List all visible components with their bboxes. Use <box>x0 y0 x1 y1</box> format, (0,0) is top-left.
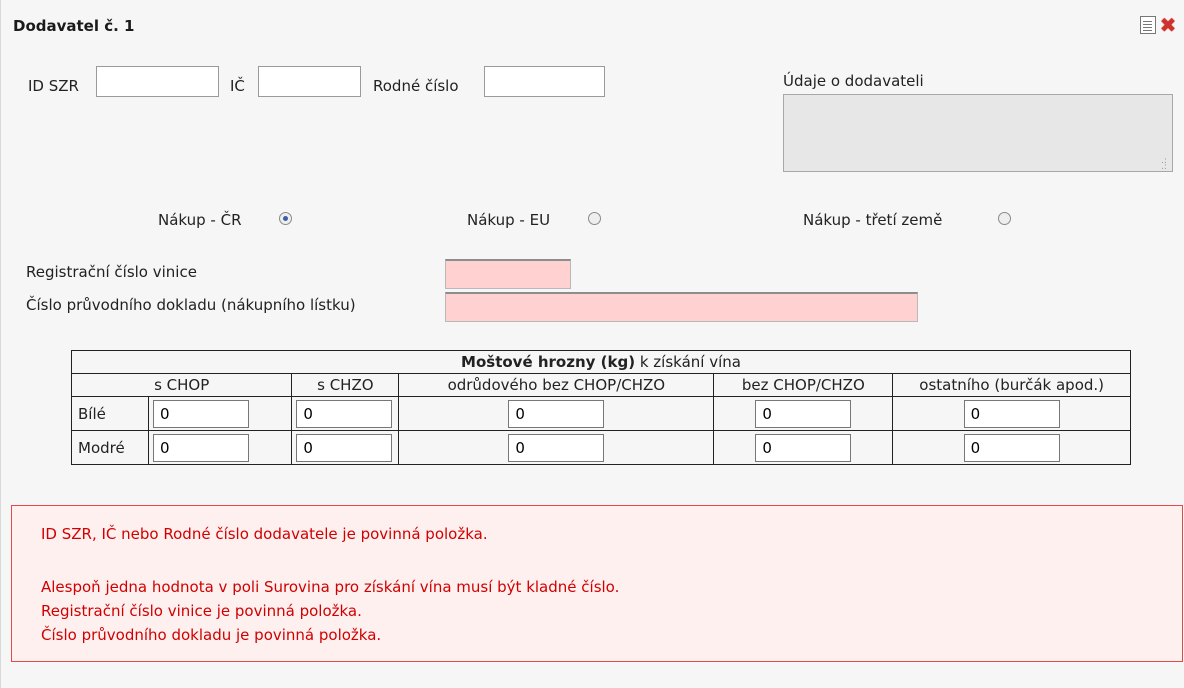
column-header: ostatního (burčák apod.) <box>892 373 1131 397</box>
rodne-cislo-label: Rodné číslo <box>373 77 459 95</box>
grapes-table-title: Moštové hrozny (kg) k získání vína <box>71 350 1131 374</box>
column-header: s CHOP <box>70 373 293 397</box>
delete-icon[interactable]: ✖ <box>1159 15 1177 35</box>
rodne-cislo-input[interactable] <box>484 66 605 97</box>
column-header: odrůdového bez CHOP/CHZO <box>398 373 715 397</box>
error-message: ID SZR, IČ nebo Rodné číslo dodavatele j… <box>41 525 488 543</box>
purchase-cr-label: Nákup - ČR <box>158 211 242 229</box>
purchase-cr-radio[interactable] <box>279 212 292 225</box>
white-chop-input[interactable] <box>153 399 249 428</box>
ic-input[interactable] <box>258 66 361 97</box>
id-szr-label: ID SZR <box>28 77 79 95</box>
document-number-label: Číslo průvodního dokladu (nákupního líst… <box>26 296 356 314</box>
purchase-eu-label: Nákup - EU <box>467 211 551 229</box>
supplier-info-label: Údaje o dodavateli <box>783 72 924 90</box>
panel-actions: ✖ <box>1140 15 1177 35</box>
white-varietal-input[interactable] <box>508 399 605 428</box>
row-label: Bílé <box>71 396 149 431</box>
red-varietal-input[interactable] <box>508 433 605 462</box>
document-number-input[interactable] <box>445 292 918 322</box>
grapes-table: Moštové hrozny (kg) k získání vína s CHO… <box>70 350 1131 465</box>
validation-errors: ID SZR, IČ nebo Rodné číslo dodavatele j… <box>11 505 1183 662</box>
white-other-input[interactable] <box>963 399 1060 428</box>
copy-document-icon[interactable] <box>1140 16 1156 34</box>
purchase-third-radio[interactable] <box>998 212 1011 225</box>
red-chop-input[interactable] <box>153 433 249 462</box>
error-message: Číslo průvodního dokladu je povinná polo… <box>41 626 382 644</box>
vineyard-number-label: Registrační číslo vinice <box>26 263 197 281</box>
error-message: Registrační číslo vinice je povinná polo… <box>41 602 362 620</box>
red-other-input[interactable] <box>963 433 1060 462</box>
panel-title: Dodavatel č. 1 <box>13 17 135 35</box>
column-header: s CHZO <box>291 373 400 397</box>
purchase-third-label: Nákup - třetí země <box>803 211 943 229</box>
white-no-chop-chzo-input[interactable] <box>755 399 852 428</box>
row-label: Modré <box>71 430 149 465</box>
error-message: Alespoň jedna hodnota v poli Surovina pr… <box>41 578 620 596</box>
white-chzo-input[interactable] <box>296 399 393 428</box>
resize-grip-icon[interactable]: .:.: <box>1161 157 1167 172</box>
vineyard-number-input[interactable] <box>445 259 571 289</box>
purchase-eu-radio[interactable] <box>588 212 601 225</box>
ic-label: IČ <box>230 77 245 95</box>
red-chzo-input[interactable] <box>296 433 393 462</box>
table-row: Bílé <box>71 396 1131 431</box>
supplier-panel: Dodavatel č. 1 ✖ ID SZR IČ Rodné číslo Ú… <box>0 0 1184 688</box>
red-no-chop-chzo-input[interactable] <box>755 433 852 462</box>
id-szr-input[interactable] <box>96 66 219 97</box>
supplier-info-textarea[interactable] <box>783 94 1173 172</box>
table-row: Modré <box>71 430 1131 465</box>
column-header: bez CHOP/CHZO <box>713 373 894 397</box>
